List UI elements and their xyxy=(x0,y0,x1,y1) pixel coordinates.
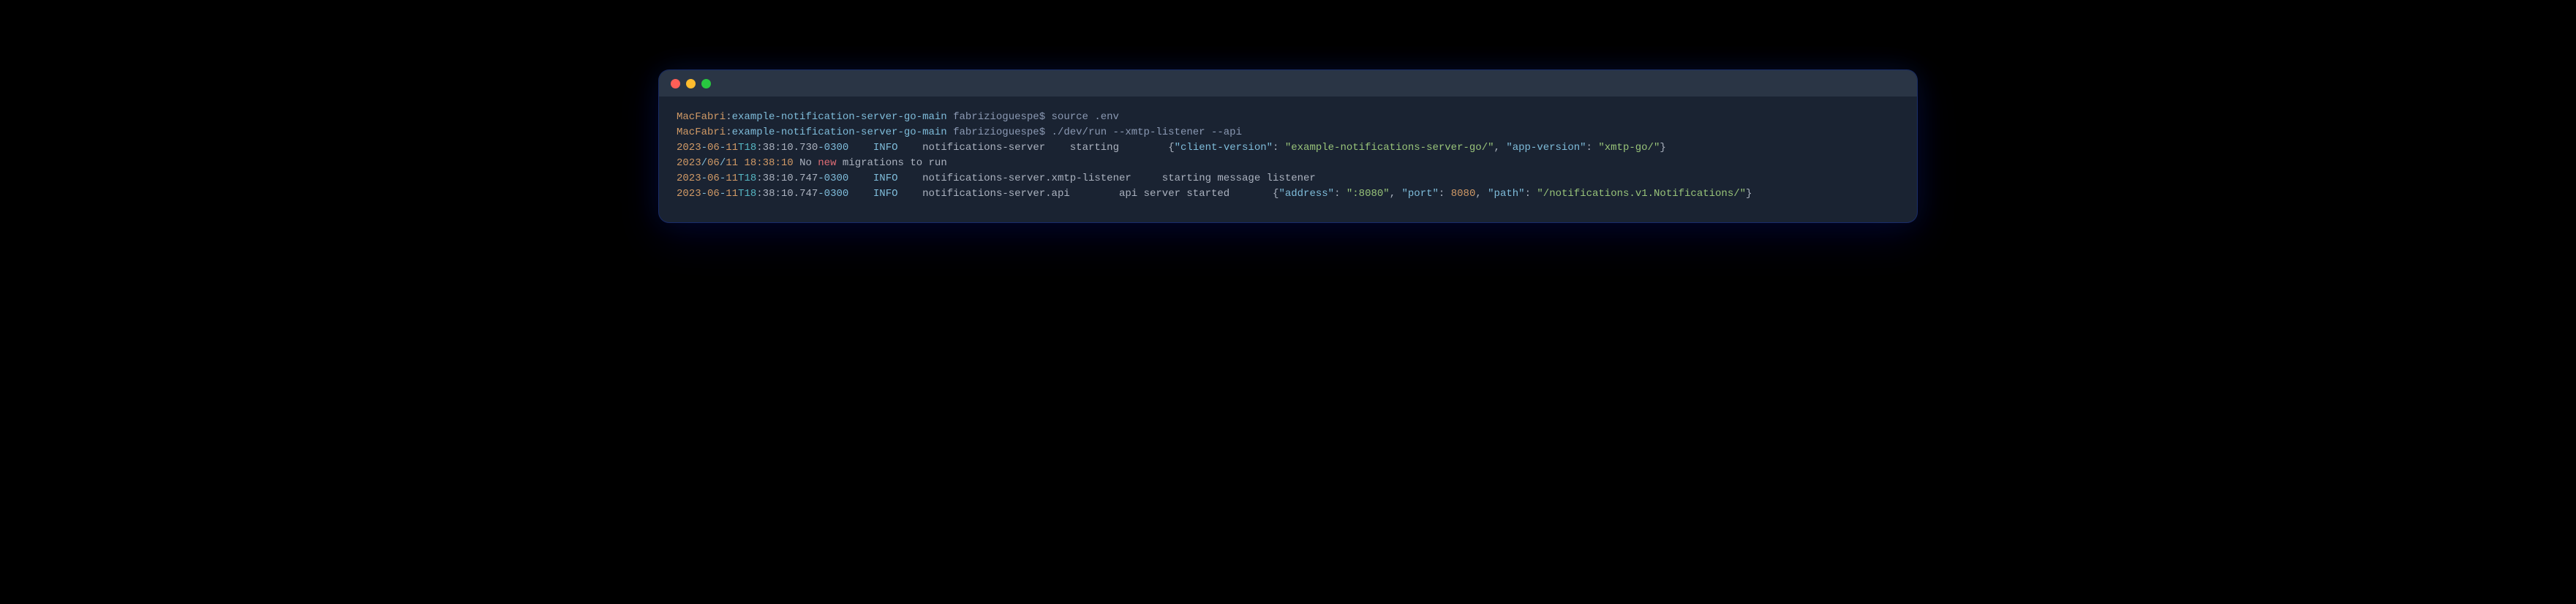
cwd-path: example-notification-server-go-main xyxy=(732,111,947,123)
minimize-icon[interactable] xyxy=(686,79,696,88)
command-1: source .env xyxy=(1052,111,1119,123)
terminal-window: MacFabri:example-notification-server-go-… xyxy=(659,70,1917,222)
terminal-output[interactable]: MacFabri:example-notification-server-go-… xyxy=(659,97,1917,222)
hostname: MacFabri xyxy=(677,111,726,123)
logger-name: notifications-server xyxy=(922,142,1045,154)
log-line-4: 2023-06-11T18:38:10.747-0300 INFO notifi… xyxy=(677,186,1899,202)
maximize-icon[interactable] xyxy=(701,79,711,88)
log-line-1: 2023-06-11T18:38:10.730-0300 INFO notifi… xyxy=(677,140,1899,156)
log-line-3: 2023-06-11T18:38:10.747-0300 INFO notifi… xyxy=(677,171,1899,186)
log-line-2: 2023/06/11 18:38:10 No new migrations to… xyxy=(677,156,1899,171)
close-icon[interactable] xyxy=(671,79,680,88)
title-bar xyxy=(659,70,1917,97)
command-2: ./dev/run --xmtp-listener --api xyxy=(1052,127,1242,138)
log-level: INFO xyxy=(873,142,898,154)
prompt-line-1: MacFabri:example-notification-server-go-… xyxy=(677,110,1899,125)
prompt-line-2: MacFabri:example-notification-server-go-… xyxy=(677,125,1899,140)
prompt-user: fabrizioguespe$ xyxy=(953,111,1045,123)
